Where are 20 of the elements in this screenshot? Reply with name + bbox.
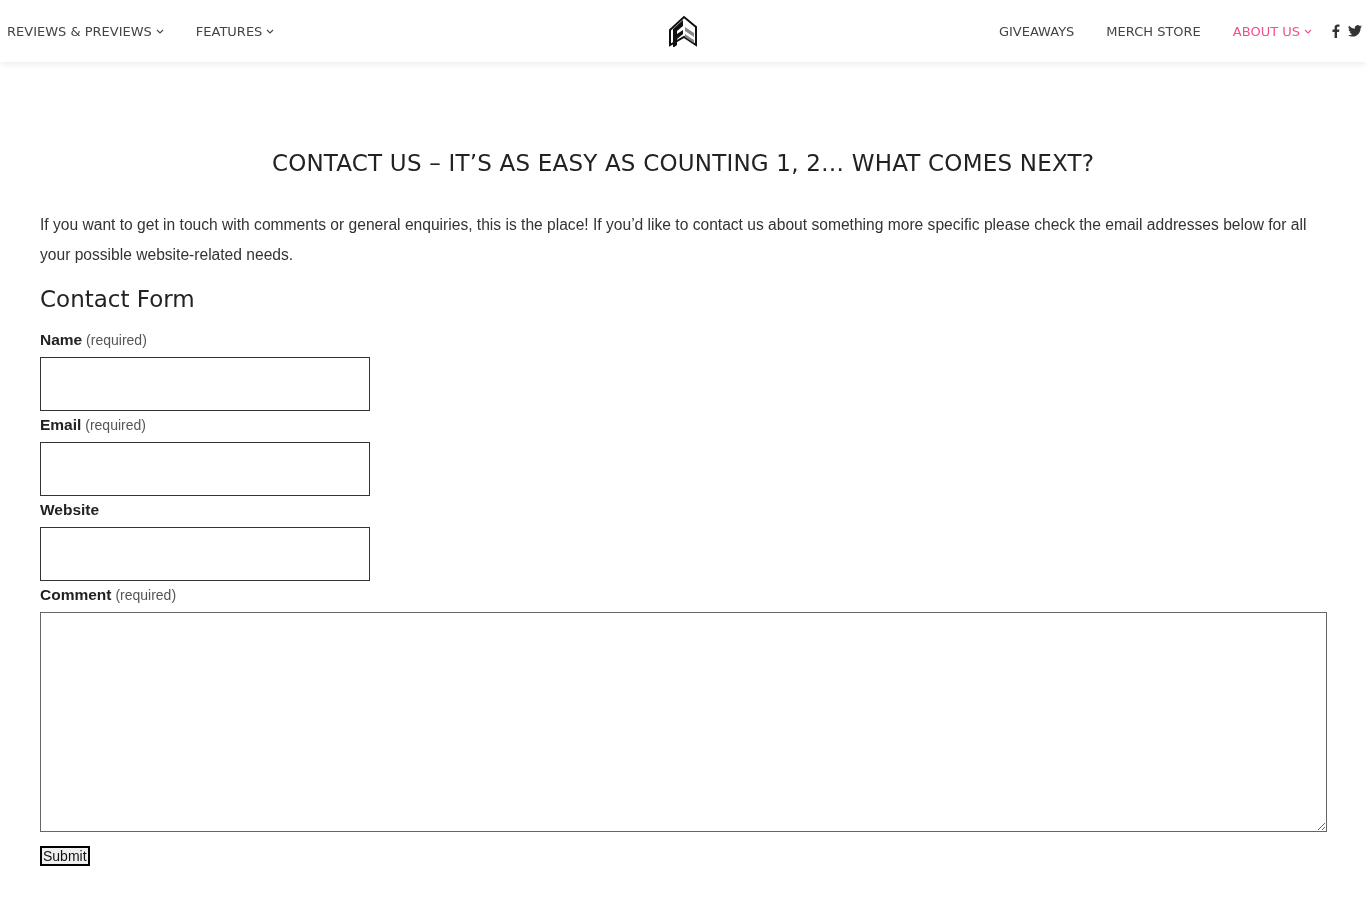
field-label: Website [40,500,101,520]
comment-field[interactable] [40,612,1327,832]
input-field[interactable] [40,527,370,581]
chevron-down-icon [1304,28,1312,34]
nav-link[interactable]: FEATURES [179,23,291,39]
nav-link[interactable]: MERCH STORE [1090,23,1217,39]
intro-paragraph: If you want to get in touch with comments or general enquiries, this is the place! If you’d like to contact us about something more specific please check the email addresses below for all your possible website-related needs. [40,215,1308,265]
page-title: CONTACT US – IT’S AS EASY AS COUNTING 1, 2… WHAT COMES NEXT? [270,150,1096,176]
input-field[interactable] [40,442,370,496]
nav-link[interactable]: REVIEWS & PREVIEWS [0,23,180,39]
field-label: Email (required) [40,415,147,435]
chevron-down-icon [155,28,164,34]
chevron-down-icon [266,28,275,34]
form-heading: Contact Form [40,286,196,312]
field-label: Name (required) [40,330,148,350]
field-label: Comment (required) [40,585,178,605]
logo-icon[interactable] [667,15,699,47]
submit-button[interactable]: Submit [40,846,90,866]
nav-link[interactable]: GIVEAWAYS [982,23,1091,39]
input-field[interactable] [40,357,370,411]
